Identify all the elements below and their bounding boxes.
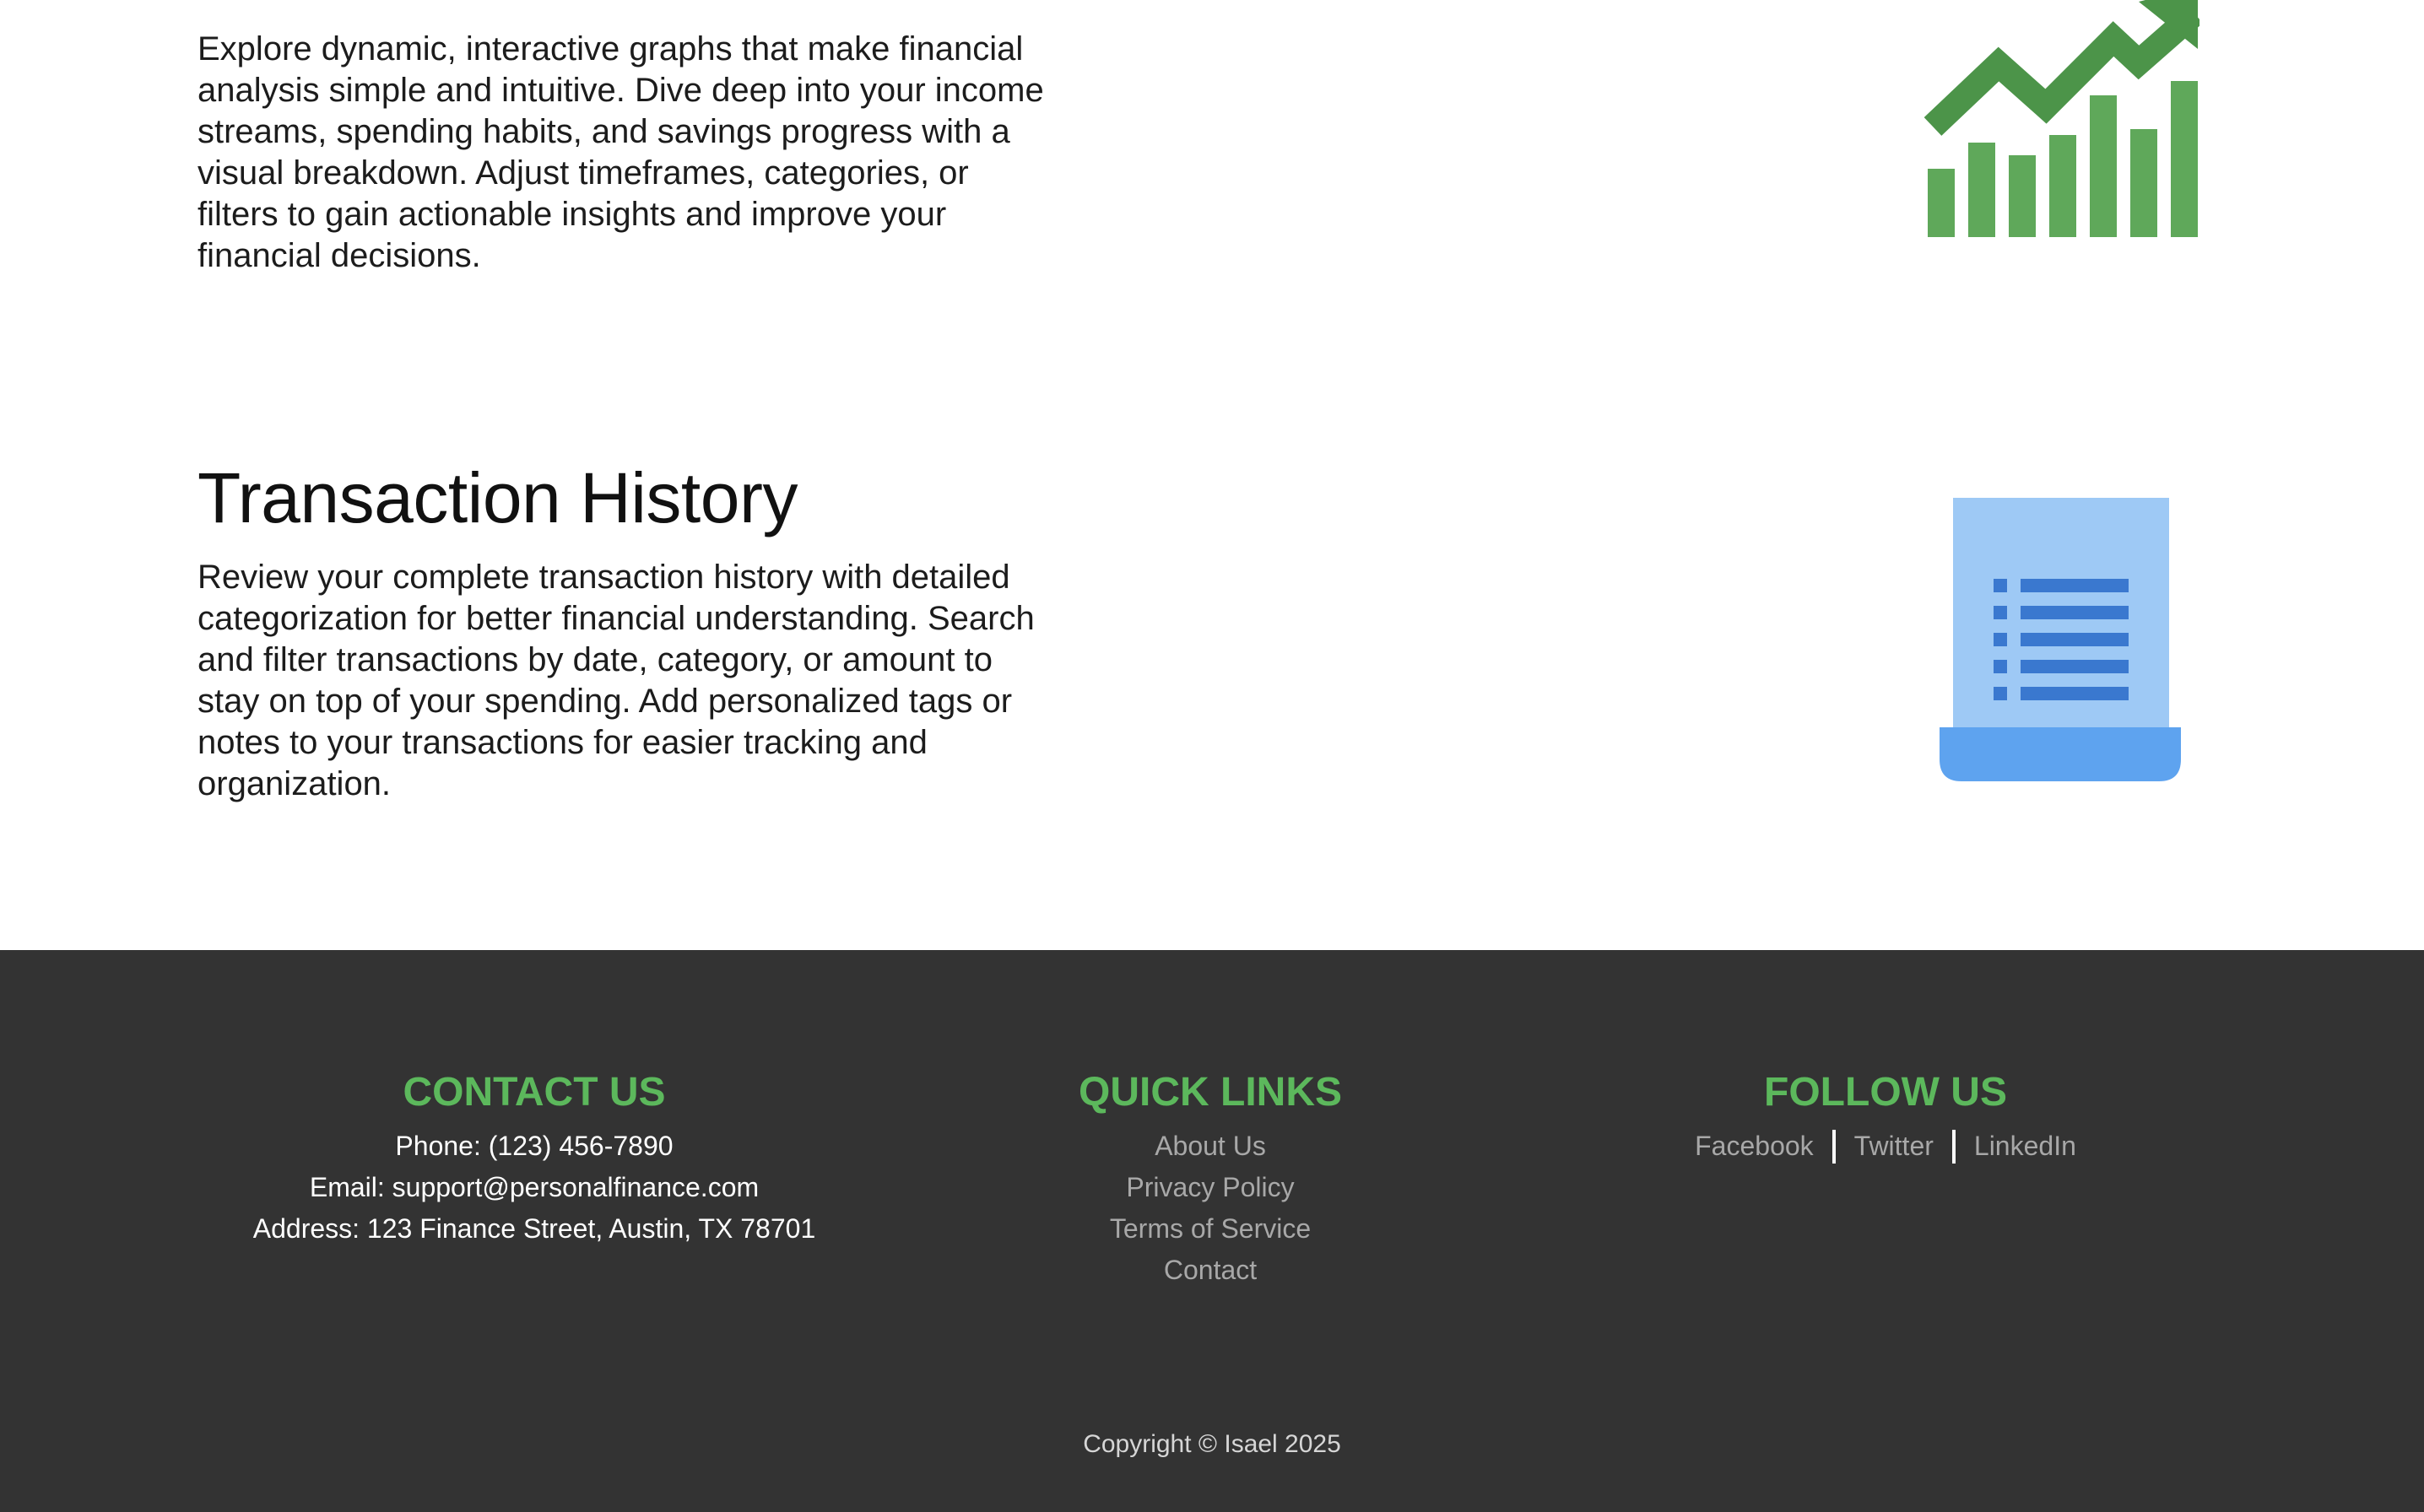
contact-phone: Phone: (123) 456-7890: [395, 1131, 674, 1161]
page: Explore dynamic, interactive graphs that…: [0, 0, 2424, 1512]
history-text: Transaction History Review your complete…: [197, 456, 1058, 805]
section-title: Transaction History: [197, 458, 798, 537]
link-linkedin[interactable]: LinkedIn: [1956, 1126, 2095, 1167]
link-about-us[interactable]: About Us: [831, 1126, 1590, 1167]
follow-heading: FOLLOW US: [1764, 1070, 2007, 1115]
graphs-section: Explore dynamic, interactive graphs that…: [0, 0, 2424, 304]
receipt-icon: [1938, 498, 2187, 785]
quick-links-heading: QUICK LINKS: [1079, 1070, 1342, 1115]
social-links: Facebook Twitter LinkedIn: [1506, 1126, 2265, 1167]
contact-heading: CONTACT US: [403, 1070, 666, 1115]
link-contact[interactable]: Contact: [831, 1250, 1590, 1291]
history-description: Review your complete transaction history…: [197, 559, 1035, 802]
transaction-history-section: Transaction History Review your complete…: [0, 447, 2424, 844]
graphs-text: Explore dynamic, interactive graphs that…: [197, 29, 1058, 277]
link-terms-of-service[interactable]: Terms of Service: [831, 1208, 1590, 1250]
link-twitter[interactable]: Twitter: [1836, 1126, 1952, 1167]
contact-column: CONTACT US Phone: (123) 456-7890 Email: …: [154, 1068, 914, 1250]
quick-links-column: QUICK LINKS About Us Privacy Policy Term…: [831, 1068, 1590, 1291]
growth-chart-icon: [1921, 0, 2203, 240]
contact-email: Email: support@personalfinance.com: [309, 1172, 760, 1202]
follow-column: FOLLOW US Facebook Twitter LinkedIn: [1506, 1068, 2265, 1167]
graphs-description: Explore dynamic, interactive graphs that…: [197, 30, 1044, 274]
copyright: Copyright © Isael 2025: [1083, 1430, 1341, 1458]
link-facebook[interactable]: Facebook: [1676, 1126, 1832, 1167]
contact-address: Address: 123 Finance Street, Austin, TX …: [252, 1213, 816, 1244]
site-footer: CONTACT US Phone: (123) 456-7890 Email: …: [0, 950, 2424, 1512]
link-privacy-policy[interactable]: Privacy Policy: [831, 1167, 1590, 1208]
